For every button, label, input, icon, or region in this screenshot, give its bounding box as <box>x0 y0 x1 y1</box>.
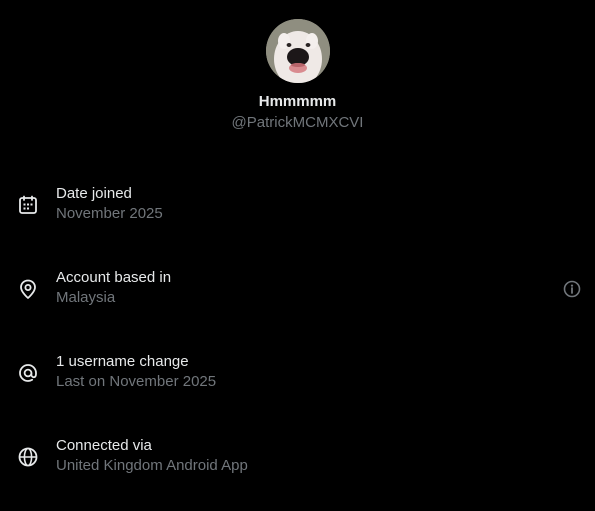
row-subtitle: Last on November 2025 <box>56 373 217 390</box>
username-handle: @PatrickMCMXCVI <box>231 114 364 131</box>
info-icon[interactable] <box>562 279 582 299</box>
profile-header: Hmmmmm @PatrickMCMXCVI <box>0 19 595 133</box>
row-connected-via: Connected via United Kingdom Android App <box>0 436 595 480</box>
row-username-changes: 1 username change Last on November 2025 <box>0 352 595 396</box>
avatar-image <box>265 19 330 83</box>
row-title: 1 username change <box>56 353 189 370</box>
at-sign-icon <box>17 362 39 384</box>
location-pin-icon <box>17 278 39 300</box>
row-title: Account based in <box>56 269 172 286</box>
row-text: Account based in Malaysia <box>56 268 171 308</box>
row-subtitle: November 2025 <box>56 205 163 222</box>
row-date-joined: Date joined November 2025 <box>0 184 595 228</box>
row-account-based-in: Account based in Malaysia <box>0 268 595 312</box>
row-text: Date joined November 2025 <box>56 184 163 224</box>
row-subtitle: United Kingdom Android App <box>56 457 248 474</box>
display-name: Hmmmmm <box>258 93 337 110</box>
avatar[interactable] <box>265 19 330 83</box>
globe-icon <box>17 446 39 468</box>
row-text: Connected via United Kingdom Android App <box>56 436 248 476</box>
row-subtitle: Malaysia <box>56 289 116 306</box>
row-title: Date joined <box>56 185 132 202</box>
row-title: Connected via <box>56 437 152 454</box>
calendar-icon <box>17 194 39 216</box>
row-text: 1 username change Last on November 2025 <box>56 352 216 392</box>
